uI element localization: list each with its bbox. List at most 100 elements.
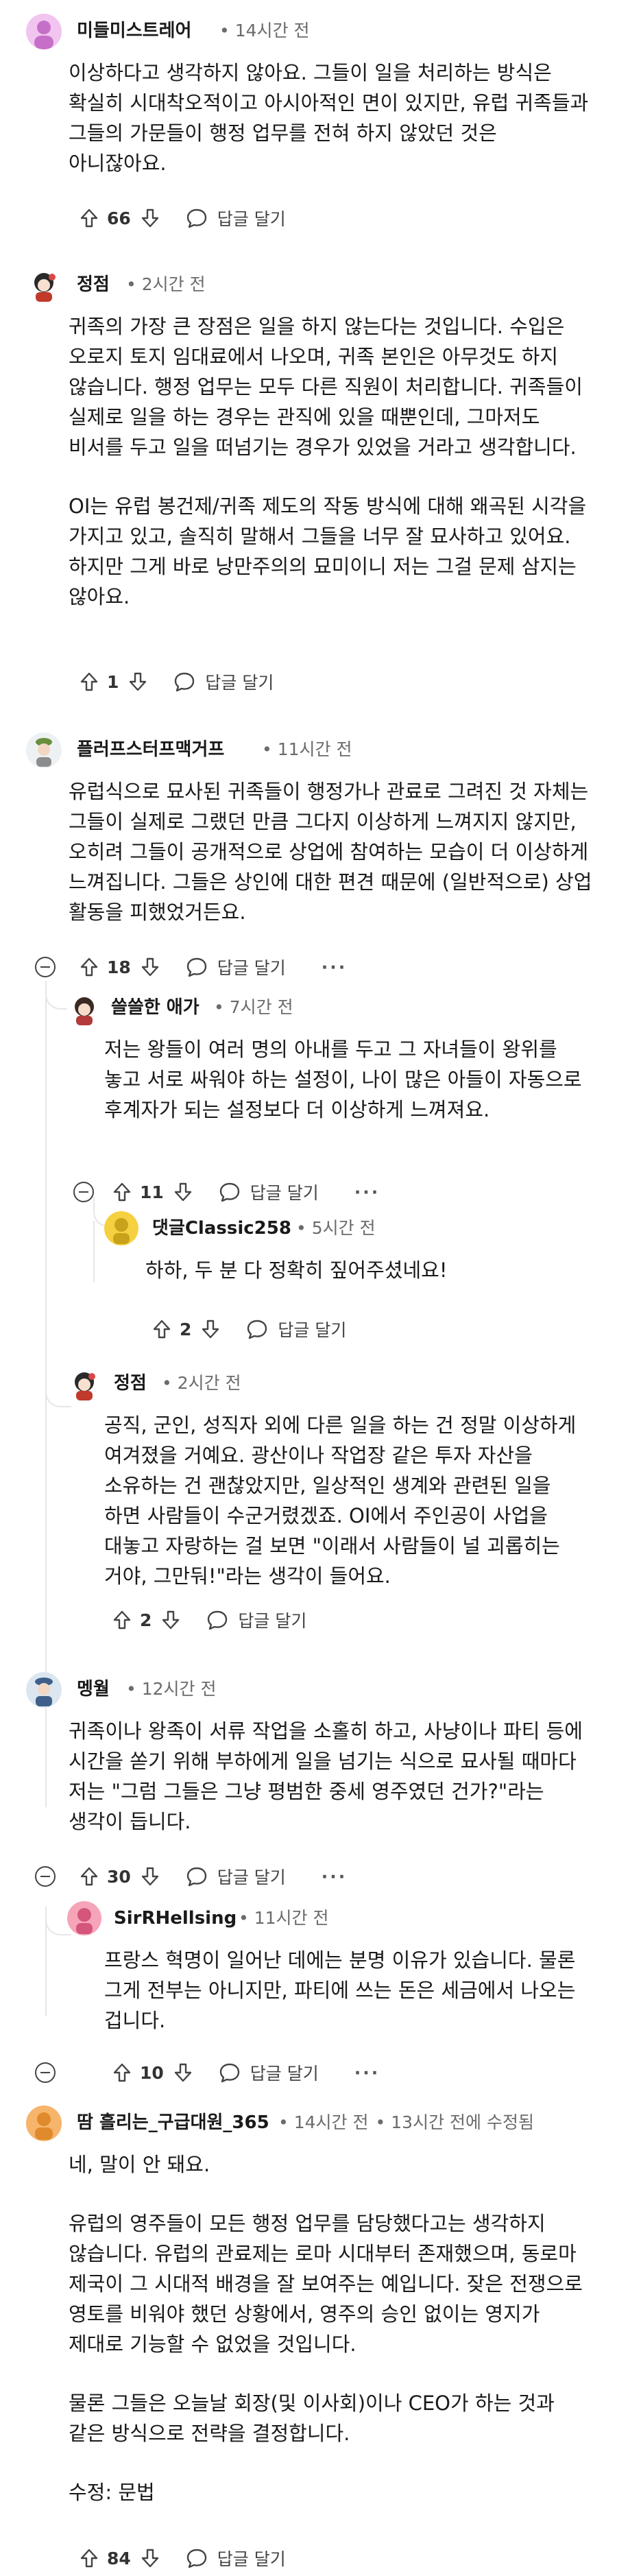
timestamp: 12시간 전 (141, 1679, 217, 1699)
username[interactable]: 미들미스트레어 (77, 19, 191, 43)
avatar[interactable] (67, 1901, 101, 1935)
avatar[interactable] (67, 992, 101, 1026)
timestamp: 11시간 전 (254, 1908, 329, 1928)
upvote-icon[interactable] (77, 204, 101, 232)
user-avatar-icon (35, 2112, 53, 2140)
avatar[interactable] (26, 732, 62, 768)
separator-dot: • (162, 1373, 172, 1393)
comment-paragraph: 귀족의 가장 큰 장점은 일을 하지 않는다는 것입니다. 수입은 오로지 토지… (69, 315, 583, 459)
username[interactable]: 정점 (77, 273, 110, 296)
upvote-icon[interactable] (110, 1606, 134, 1634)
avatar[interactable] (26, 2106, 62, 2141)
more-options-button[interactable]: ··· (322, 957, 348, 977)
collapse-thread-button[interactable] (35, 2062, 56, 2083)
reply-label: 답글 달기 (217, 958, 286, 978)
upvote-icon[interactable] (77, 953, 101, 981)
username[interactable]: 쓸쓸한 애가 (111, 996, 199, 1019)
reply-icon (219, 2063, 239, 2083)
comment-actions: 30 답글 달기 ··· (77, 1861, 347, 1892)
user-avatar-icon (34, 21, 53, 49)
more-options-button[interactable]: ··· (354, 1182, 380, 1202)
upvote-icon[interactable] (110, 1178, 134, 1206)
avatar[interactable] (26, 267, 62, 303)
comment-actions: 2 답글 달기 (110, 1605, 306, 1635)
comment: 플러프스터프맥거프 • 11시간 전 유럽식으로 묘사된 귀족들이 행정가나 관료… (0, 721, 617, 996)
vote-count: 11 (140, 1182, 164, 1202)
edited-label: 13시간 전에 수정됨 (391, 2112, 534, 2132)
comment-paragraph: 공직, 군인, 성직자 외에 다른 일을 하는 건 정말 이상하게 여겨졌을 거… (104, 1414, 577, 1588)
comment-meta: • 14시간 전 • 13시간 전에 수정됨 (271, 2111, 534, 2134)
reply-button[interactable]: 답글 달기 (246, 1317, 346, 1341)
upvote-icon[interactable] (77, 2544, 101, 2572)
separator-dot: • (214, 997, 224, 1017)
comment-paragraph: 물론 그들은 오늘날 회장(및 이사회)이나 CEO가 하는 것과 같은 방식으… (69, 2392, 555, 2445)
user-avatar-icon (113, 1218, 130, 1244)
separator-dot: • (262, 739, 272, 759)
upvote-icon[interactable] (149, 1315, 174, 1343)
vote-count: 1 (107, 671, 119, 692)
avatar[interactable] (26, 14, 62, 49)
reply-button[interactable]: 답글 달기 (186, 206, 286, 230)
downvote-icon[interactable] (138, 2544, 162, 2572)
reply-button[interactable]: 답글 달기 (186, 955, 286, 979)
avatar[interactable] (67, 1368, 101, 1402)
timestamp: 5시간 전 (311, 1218, 376, 1238)
upvote-icon[interactable] (77, 1863, 101, 1890)
comment-paragraph: OI는 유럽 봉건제/귀족 제도의 작동 방식에 대해 왜곡된 시각을 가지고 … (69, 494, 587, 608)
vote-count: 84 (107, 2548, 131, 2568)
downvote-icon[interactable] (158, 1606, 183, 1634)
downvote-icon[interactable] (138, 1863, 162, 1890)
downvote-icon[interactable] (138, 953, 162, 981)
upvote-icon[interactable] (110, 2059, 134, 2086)
comment-body: 공직, 군인, 성직자 외에 다른 일을 하는 건 정말 이상하게 여겨졌을 거… (104, 1410, 591, 1591)
username[interactable]: 정점 (114, 1372, 147, 1395)
comment-body: 이상하다고 생각하지 않아요. 그들이 일을 처리하는 방식은 확실히 시대착오… (69, 58, 590, 178)
separator-dot: • (296, 1218, 306, 1238)
timestamp: 14시간 전 (293, 2112, 369, 2132)
downvote-icon[interactable] (171, 2059, 195, 2086)
collapse-thread-button[interactable] (35, 1866, 56, 1887)
vote-count: 66 (107, 208, 131, 228)
reply-label: 답글 달기 (278, 1320, 347, 1340)
upvote-icon[interactable] (77, 668, 101, 695)
comment-meta: • 2시간 전 (155, 1372, 241, 1395)
avatar[interactable] (26, 1672, 62, 1708)
comment-paragraph: 프랑스 혁명이 일어난 데에는 분명 이유가 있습니다. 물론 그게 전부는 아… (104, 1948, 576, 2032)
username[interactable]: 땀 흘리는_구급대원_365 (77, 2111, 269, 2134)
reply-button[interactable]: 답글 달기 (173, 669, 274, 694)
username[interactable]: 멩월 (77, 1678, 110, 1701)
comment-body: 저는 왕들이 여러 명의 아내를 두고 그 자녀들이 왕위를 놓고 서로 싸워야… (104, 1034, 591, 1125)
reply-label: 답글 달기 (250, 1183, 319, 1203)
more-options-button[interactable]: ··· (322, 1867, 348, 1887)
reply-button[interactable]: 답글 달기 (186, 2546, 286, 2571)
separator-dot: • (126, 1679, 136, 1699)
username[interactable]: SirRHellsing (114, 1907, 237, 1930)
reply-button[interactable]: 답글 달기 (219, 1180, 319, 1204)
comment-meta: • 2시간 전 (119, 273, 206, 296)
comment-paragraph: 귀족이나 왕족이 서류 작업을 소홀히 하고, 사냥이나 파티 등에 시간을 쏟… (69, 1719, 583, 1833)
reply-button[interactable]: 답글 달기 (186, 1864, 286, 1889)
comment: 정점 • 2시간 전 귀족의 가장 큰 장점은 일을 하지 않는다는 것입니다. … (0, 255, 617, 735)
comment-actions: 66 답글 달기 (77, 203, 286, 233)
collapse-thread-button[interactable] (73, 1182, 94, 1202)
reply-button[interactable]: 답글 달기 (206, 1608, 306, 1632)
username[interactable]: 댓글Classic258 (152, 1217, 291, 1240)
downvote-icon[interactable] (138, 204, 162, 232)
downvote-icon[interactable] (171, 1178, 195, 1206)
username[interactable]: 플러프스터프맥거프 (77, 738, 224, 761)
downvote-icon[interactable] (125, 668, 150, 695)
separator-dot: • (278, 2112, 289, 2132)
comment-paragraph: 이상하다고 생각하지 않아요. 그들이 일을 처리하는 방식은 확실히 시대착오… (69, 61, 589, 175)
reply-button[interactable]: 답글 달기 (219, 2060, 319, 2085)
user-avatar-icon (35, 1678, 53, 1706)
vote-count: 10 (140, 2062, 164, 2083)
reply-label: 답글 달기 (217, 1868, 286, 1887)
reply-icon (186, 1867, 206, 1887)
more-options-button[interactable]: ··· (354, 2063, 380, 2083)
downvote-icon[interactable] (198, 1315, 223, 1343)
collapse-thread-button[interactable] (35, 957, 56, 977)
avatar[interactable] (104, 1211, 138, 1245)
comment-paragraph: 네, 말이 안 돼요. (69, 2153, 210, 2176)
comment-body: 하하, 두 분 다 정확히 짚어주셨네요! (145, 1255, 584, 1285)
separator-dot: • (375, 2112, 386, 2132)
